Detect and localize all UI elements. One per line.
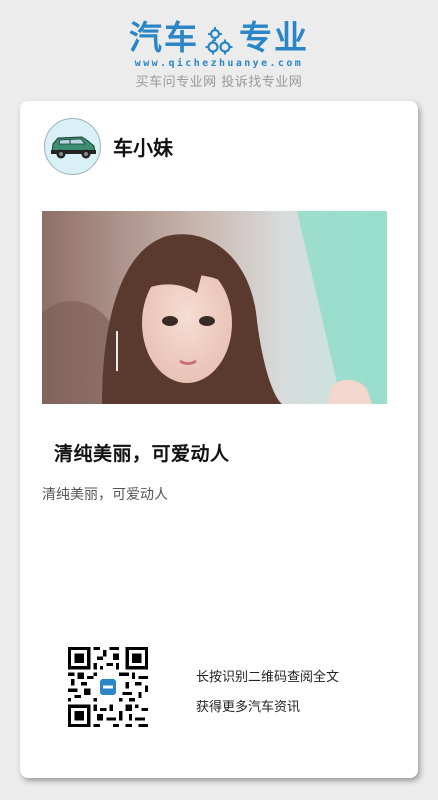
share-poster: 汽车 专业 www.qichezhuanye.com 买车问专业网 投诉找专业网… xyxy=(0,0,438,800)
logo-text-right: 专业 xyxy=(239,18,309,57)
qr-line-2: 获得更多汽车资讯 xyxy=(196,700,301,715)
gears-icon xyxy=(205,23,233,55)
article-title[interactable]: 清纯美丽，可爱动人 xyxy=(54,439,230,466)
article-summary: 清纯美丽，可爱动人 xyxy=(42,487,168,503)
site-url: www.qichezhuanye.com xyxy=(134,58,304,69)
qr-code-icon[interactable] xyxy=(68,647,148,727)
qr-instructions: 长按识别二维码查阅全文 获得更多汽车资讯 xyxy=(196,663,339,723)
logo-text-left: 汽车 xyxy=(129,18,199,57)
qr-line-1: 长按识别二维码查阅全文 xyxy=(196,670,340,685)
car-icon xyxy=(44,118,101,175)
article-card: 车小妹 清纯美丽，可爱动人 清纯美丽，可爱动人 长按识别二维码查阅全文 获得更多… xyxy=(20,101,418,778)
site-logo[interactable]: 汽车 专业 www.qichezhuanye.com 买车问专业网 投诉找专业网 xyxy=(0,16,438,90)
author-name: 车小妹 xyxy=(113,136,173,160)
site-slogan: 买车问专业网 投诉找专业网 xyxy=(135,75,303,90)
logo-wordmark: 汽车 专业 xyxy=(129,16,309,60)
hero-photo[interactable] xyxy=(42,211,387,404)
author-info[interactable]: 车小妹 xyxy=(44,118,173,175)
